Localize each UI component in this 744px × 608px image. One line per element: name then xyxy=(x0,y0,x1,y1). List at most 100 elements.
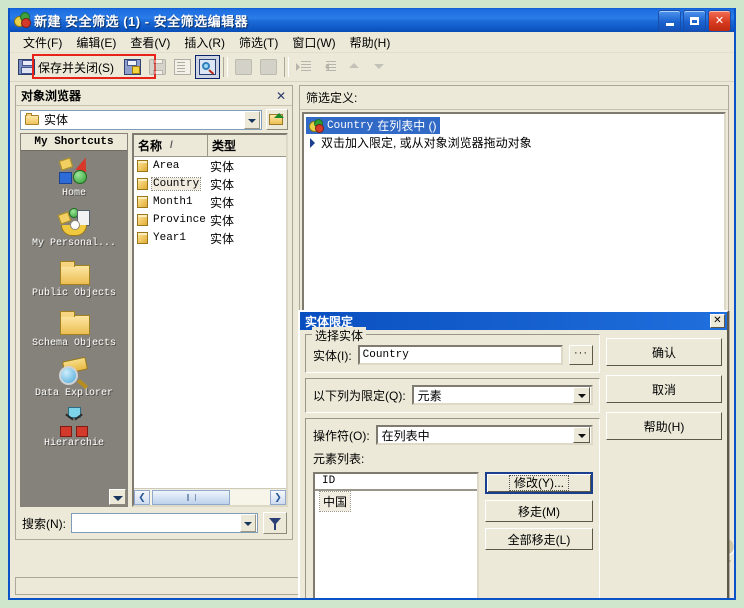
scrollbar-thumb[interactable] xyxy=(152,489,230,505)
entity-icon xyxy=(136,177,150,191)
chevron-down-icon[interactable] xyxy=(573,427,590,443)
qualify-select[interactable]: 元素 xyxy=(411,385,593,405)
save-disk-icon xyxy=(124,59,141,75)
ok-button[interactable]: 确认 xyxy=(606,338,722,366)
sidebar-item-schema-objects[interactable]: Schema Objects xyxy=(21,307,127,349)
chevron-down-icon[interactable] xyxy=(240,514,256,532)
move-up-icon xyxy=(346,59,363,75)
minimize-button[interactable] xyxy=(658,10,681,32)
outdent-button[interactable] xyxy=(317,55,342,79)
menu-edit[interactable]: 编辑(E) xyxy=(69,32,123,53)
qualification-expression: 在列表中 () xyxy=(377,119,437,133)
indent-button[interactable] xyxy=(292,55,317,79)
close-icon: ✕ xyxy=(714,14,725,27)
hierarchy-icon xyxy=(57,407,91,437)
search-row: 搜索(N): xyxy=(16,507,292,534)
element-list-section: ID 中国 修改(Y)... 移走(M) 全部移走(L) xyxy=(313,472,593,598)
cut-button[interactable] xyxy=(231,55,256,79)
sidebar-item-data-explorer[interactable]: Data Explorer xyxy=(21,356,127,399)
scroll-left-button[interactable]: ❮ xyxy=(134,489,150,505)
entity-browse-button[interactable]: ··· xyxy=(569,345,593,365)
move-down-button[interactable] xyxy=(367,55,392,79)
modify-button[interactable]: 修改(Y)... xyxy=(485,472,593,494)
outdent-icon xyxy=(321,59,338,75)
table-row[interactable]: Area 实体 xyxy=(134,157,286,175)
close-button[interactable]: ✕ xyxy=(708,10,731,32)
filter-add-hint-label: 双击加入限定, 或从对象浏览器拖动对象 xyxy=(321,136,532,150)
dialog-close-icon[interactable]: ✕ xyxy=(710,314,725,328)
remove-button[interactable]: 移走(M) xyxy=(485,500,593,522)
application-window: 新建 安全筛选 (1) - 安全筛选编辑器 ✕ 文件(F) 编辑(E) 查看(V… xyxy=(8,8,736,600)
entity-label: 实体(I): xyxy=(313,348,352,363)
filter-qualification-item[interactable]: Country 在列表中 () xyxy=(306,117,722,134)
table-row[interactable]: Country 实体 xyxy=(134,175,286,193)
find-button[interactable] xyxy=(195,55,220,79)
column-header-name[interactable]: 名称 / xyxy=(134,135,208,156)
go-up-folder-button[interactable] xyxy=(266,109,288,130)
folder-icon xyxy=(25,112,40,126)
operator-select[interactable]: 在列表中 xyxy=(375,425,593,445)
toolbar: 保存并关闭(S) xyxy=(10,53,734,82)
help-button[interactable]: 帮助(H) xyxy=(606,412,722,440)
shortcuts-list: Home My Personal... Public Objects Schem… xyxy=(21,151,127,506)
indent-icon xyxy=(296,59,313,75)
menu-help[interactable]: 帮助(H) xyxy=(343,32,398,53)
table-row[interactable]: Province 实体 xyxy=(134,211,286,229)
move-down-icon xyxy=(371,59,388,75)
cancel-button[interactable]: 取消 xyxy=(606,375,722,403)
table-row[interactable]: Year1 实体 xyxy=(134,229,286,247)
object-browser-title: 对象浏览器 xyxy=(21,89,82,103)
sidebar-item-label: Hierarchie xyxy=(43,438,104,449)
scroll-right-button[interactable]: ❯ xyxy=(270,489,286,505)
sort-indicator: / xyxy=(170,140,173,151)
search-input[interactable] xyxy=(71,513,258,533)
filter-button[interactable] xyxy=(263,512,287,534)
sidebar-item-hierarchies[interactable]: Hierarchie xyxy=(21,407,127,449)
save-button[interactable] xyxy=(120,55,145,79)
element-list[interactable]: ID 中国 xyxy=(313,472,479,598)
toolbar-separator xyxy=(223,57,228,77)
copy-button[interactable] xyxy=(256,55,281,79)
sidebar-item-home[interactable]: Home xyxy=(21,155,127,199)
menu-file[interactable]: 文件(F) xyxy=(16,32,69,53)
shortcuts-scroll-down-button[interactable] xyxy=(109,489,126,505)
shortcuts-title: My Shortcuts xyxy=(21,134,127,151)
entity-icon xyxy=(136,195,150,209)
menu-window[interactable]: 窗口(W) xyxy=(285,32,342,53)
object-browser-panel: 对象浏览器 ✕ 实体 My Shortcuts Home My Personal… xyxy=(15,85,293,540)
scrollbar-track[interactable] xyxy=(150,489,270,505)
entity-list-header: 名称 / 类型 xyxy=(134,135,286,157)
remove-all-button[interactable]: 全部移走(L) xyxy=(485,528,593,550)
title-bar: 新建 安全筛选 (1) - 安全筛选编辑器 ✕ xyxy=(10,8,734,32)
entity-list-horizontal-scrollbar[interactable]: ❮ ❯ xyxy=(134,488,286,505)
entity-field[interactable]: Country xyxy=(357,345,563,365)
entity-icon xyxy=(136,159,150,173)
menu-view[interactable]: 查看(V) xyxy=(123,32,177,53)
print-button[interactable] xyxy=(145,55,170,79)
path-combobox[interactable]: 实体 xyxy=(20,109,262,130)
dialog-left-column: 选择实体 实体(I): Country ··· 以下列为限定(Q): 元素 操作… xyxy=(305,327,600,598)
sidebar-item-label: Public Objects xyxy=(31,288,116,299)
entity-list-rows: Area 实体 Country 实体 Month1 实体 Province 实体… xyxy=(134,157,286,488)
filter-add-hint-item[interactable]: 双击加入限定, 或从对象浏览器拖动对象 xyxy=(306,134,722,151)
sidebar-item-my-personal[interactable]: My Personal... xyxy=(21,207,127,249)
print-preview-button[interactable] xyxy=(170,55,195,79)
sidebar-item-public-objects[interactable]: Public Objects xyxy=(21,257,127,299)
menu-bar: 文件(F) 编辑(E) 查看(V) 插入(R) 筛选(T) 窗口(W) 帮助(H… xyxy=(10,32,734,53)
object-browser-path-row: 实体 xyxy=(16,106,292,133)
element-buttons: 修改(Y)... 移走(M) 全部移走(L) xyxy=(485,472,593,598)
chevron-down-icon[interactable] xyxy=(573,387,590,403)
select-entity-legend: 选择实体 xyxy=(312,327,367,344)
list-item[interactable]: 中国 xyxy=(318,491,352,512)
maximize-button[interactable] xyxy=(683,10,706,32)
column-header-type[interactable]: 类型 xyxy=(208,135,286,156)
table-row[interactable]: Month1 实体 xyxy=(134,193,286,211)
save-and-close-button[interactable]: 保存并关闭(S) xyxy=(14,55,120,79)
object-browser-close-icon[interactable]: ✕ xyxy=(274,89,288,103)
chevron-down-icon[interactable] xyxy=(244,110,260,129)
menu-insert[interactable]: 插入(R) xyxy=(177,32,232,53)
operator-row: 操作符(O): 在列表中 xyxy=(313,425,593,445)
move-up-button[interactable] xyxy=(342,55,367,79)
menu-filter[interactable]: 筛选(T) xyxy=(232,32,285,53)
qualify-value: 元素 xyxy=(417,388,442,403)
